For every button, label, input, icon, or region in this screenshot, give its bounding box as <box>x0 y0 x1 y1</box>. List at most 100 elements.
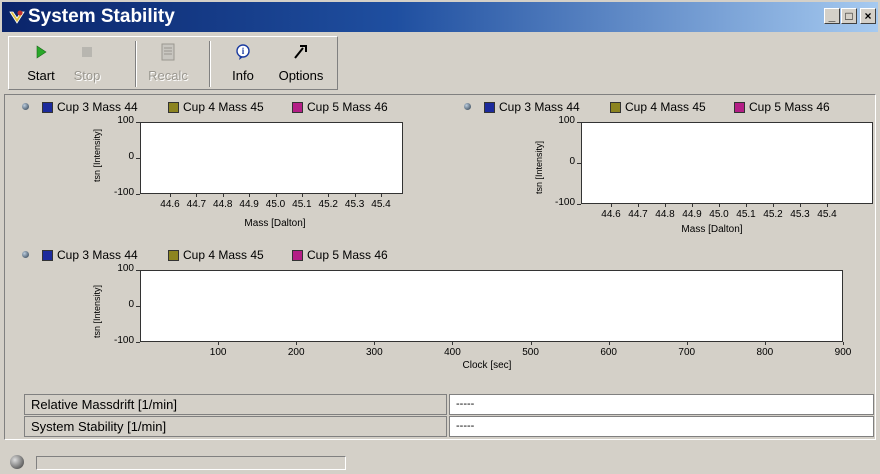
close-button[interactable]: × <box>860 8 876 24</box>
legend-toggle-icon[interactable] <box>22 251 29 258</box>
x-tick-label: 900 <box>834 347 852 358</box>
plot-area[interactable] <box>581 122 873 204</box>
results-table: Relative Massdrift [1/min] ----- System … <box>24 394 874 438</box>
legend-swatch <box>610 102 621 113</box>
x-tick-label: 44.6 <box>601 209 621 220</box>
legend-swatch <box>292 250 303 261</box>
info-button[interactable]: i Info <box>225 40 261 86</box>
x-tick-mark <box>354 194 356 197</box>
legend-swatch <box>42 102 53 113</box>
x-tick-mark <box>843 342 844 345</box>
results-value[interactable]: ----- <box>449 394 874 415</box>
x-tick-mark <box>665 204 666 207</box>
x-tick-label: 45.2 <box>318 199 338 210</box>
y-tick-label: 0 <box>128 151 134 162</box>
x-axis-label: Mass [Dalton] <box>681 224 743 235</box>
legend-label: Cup 5 Mass 46 <box>307 248 388 262</box>
y-tick-mark <box>577 204 581 205</box>
x-tick-mark <box>719 204 720 207</box>
plot-area[interactable] <box>140 122 403 194</box>
x-tick-label: 44.9 <box>682 209 702 220</box>
x-tick-label: 44.6 <box>160 199 180 210</box>
x-tick-label: 45.0 <box>265 199 286 210</box>
x-tick-label: 800 <box>756 347 774 358</box>
mass-chart-left: Cup 3 Mass 44 Cup 4 Mass 45 Cup 5 Mass 4… <box>20 100 440 240</box>
legend-label: Cup 4 Mass 45 <box>183 248 264 262</box>
legend-swatch <box>734 102 745 113</box>
y-axis-label: tsn [Intensity] <box>92 284 102 338</box>
x-tick-label: 600 <box>600 347 617 358</box>
legend-toggle-icon[interactable] <box>22 103 29 110</box>
legend-label: Cup 3 Mass 44 <box>57 248 138 262</box>
options-button[interactable]: Options <box>271 40 331 86</box>
results-value[interactable]: ----- <box>449 416 874 437</box>
x-tick-mark <box>275 194 277 197</box>
legend: Cup 3 Mass 44 Cup 4 Mass 45 Cup 5 Mass 4… <box>462 100 877 116</box>
x-tick-mark <box>530 342 532 345</box>
x-tick-mark <box>328 194 330 197</box>
results-label: System Stability [1/min] <box>24 416 447 437</box>
start-button[interactable]: Start <box>23 40 59 86</box>
y-axis-label: tsn [Intensity] <box>92 128 102 182</box>
y-tick-label: 100 <box>117 263 134 274</box>
maximize-button[interactable]: □ <box>841 8 857 24</box>
x-tick-mark <box>452 342 454 345</box>
x-tick-label: 44.9 <box>239 199 259 210</box>
x-tick-mark <box>608 342 610 345</box>
x-tick-mark <box>611 204 612 207</box>
x-tick-label: 45.4 <box>817 209 837 220</box>
toolbar-separator <box>135 41 137 87</box>
maximize-icon: □ <box>845 9 853 23</box>
legend-toggle-icon[interactable] <box>464 103 471 110</box>
x-tick-label: 45.0 <box>709 209 729 220</box>
legend-swatch <box>168 102 179 113</box>
play-icon <box>36 45 47 59</box>
mass-chart-right: Cup 3 Mass 44 Cup 4 Mass 45 Cup 5 Mass 4… <box>462 100 877 240</box>
toolbar-separator <box>209 41 211 87</box>
y-axis-label: tsn [Intensity] <box>534 140 544 194</box>
legend: Cup 3 Mass 44 Cup 4 Mass 45 Cup 5 Mass 4… <box>20 100 440 116</box>
x-tick-mark <box>170 194 171 197</box>
x-tick-mark <box>686 342 688 345</box>
plot-area[interactable] <box>140 270 843 342</box>
stop-button[interactable]: Stop <box>69 40 105 86</box>
y-tick-mark <box>577 122 581 123</box>
title-bar[interactable]: System Stability _ □ × <box>2 2 878 32</box>
legend-swatch <box>292 102 303 113</box>
y-tick-label: 100 <box>558 115 575 126</box>
start-label: Start <box>27 68 55 83</box>
options-label: Options <box>278 68 324 83</box>
x-tick-mark <box>218 342 220 345</box>
app-icon <box>9 10 25 24</box>
x-tick-label: 700 <box>678 347 696 358</box>
recalc-button[interactable]: Recalc <box>143 40 193 86</box>
clock-chart: Cup 3 Mass 44 Cup 4 Mass 45 Cup 5 Mass 4… <box>20 248 876 380</box>
legend-label: Cup 3 Mass 44 <box>57 100 138 114</box>
status-bar <box>0 446 880 474</box>
legend-label: Cup 5 Mass 46 <box>307 100 388 114</box>
minimize-button[interactable]: _ <box>824 8 840 24</box>
x-tick-mark <box>374 342 376 345</box>
x-tick-mark <box>222 194 224 197</box>
x-tick-label: 44.7 <box>628 209 648 220</box>
x-tick-mark <box>638 204 639 207</box>
x-tick-label: 45.4 <box>371 199 391 210</box>
results-label: Relative Massdrift [1/min] <box>24 394 447 415</box>
y-tick-label: -100 <box>113 335 134 346</box>
x-tick-mark <box>692 204 693 207</box>
results-row-stability: System Stability [1/min] ----- <box>24 416 874 437</box>
x-tick-mark <box>800 204 801 207</box>
results-row-massdrift: Relative Massdrift [1/min] ----- <box>24 394 874 415</box>
x-tick-mark <box>746 204 747 207</box>
x-tick-label: 44.8 <box>213 199 233 210</box>
y-tick-mark <box>577 163 581 164</box>
x-tick-label: 100 <box>209 347 227 358</box>
legend-label: Cup 4 Mass 45 <box>183 100 264 114</box>
x-tick-mark <box>296 342 298 345</box>
y-tick-mark <box>136 270 140 271</box>
x-tick-label: 500 <box>522 347 539 358</box>
progress-bar <box>36 456 346 470</box>
legend-swatch <box>42 250 53 261</box>
toolbar: Start Stop Recalc i Info Options <box>8 36 338 90</box>
legend-label: Cup 3 Mass 44 <box>499 100 580 114</box>
